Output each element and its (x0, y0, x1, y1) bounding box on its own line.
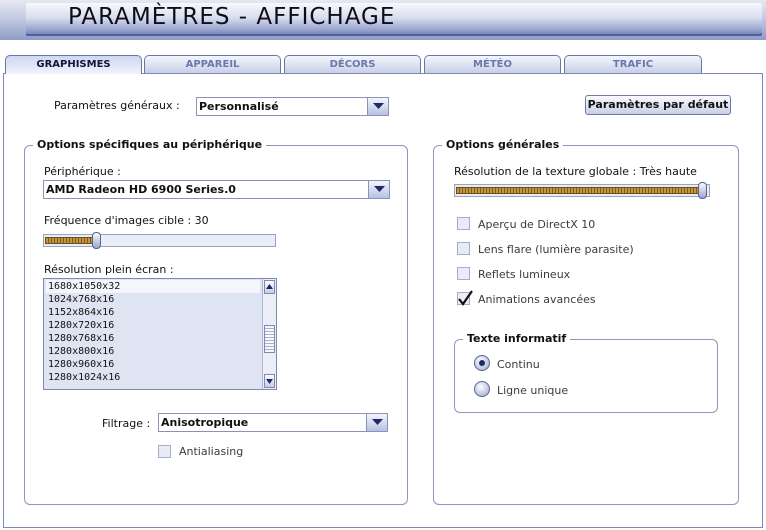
resolution-item[interactable]: 1280x1024x16 (46, 371, 260, 384)
resolution-item[interactable]: 1024x768x16 (46, 293, 260, 306)
antialiasing-label: Antialiasing (179, 445, 244, 458)
frame-rate-label: Fréquence d'images cible : 30 (44, 214, 209, 227)
device-label: Périphérique : (44, 165, 121, 178)
tab-decors[interactable]: DÉCORS (284, 55, 421, 74)
tab-trafic[interactable]: TRAFIC (564, 55, 702, 74)
default-settings-button[interactable]: Paramètres par défaut (585, 95, 731, 115)
scroll-up-button[interactable] (264, 280, 275, 294)
resolution-item[interactable]: 1152x864x16 (46, 306, 260, 319)
light-reflections-label: Reflets lumineux (478, 268, 571, 281)
resolution-rows: 1680x1050x32 1024x768x16 1152x864x16 1280x7… (46, 280, 260, 384)
device-options-title: Options spécifiques au périphérique (33, 138, 267, 151)
lens-flare-label: Lens flare (lumière parasite) (478, 243, 634, 256)
scroll-thumb[interactable] (264, 325, 275, 353)
texture-fill (456, 187, 701, 194)
device-dropdown[interactable]: AMD Radeon HD 6900 Series.0 (43, 180, 390, 199)
resolution-label: Résolution plein écran : (44, 263, 174, 276)
resolution-scrollbar[interactable] (262, 279, 276, 389)
resolution-item[interactable]: 1280x800x16 (46, 345, 260, 358)
device-value: AMD Radeon HD 6900 Series.0 (46, 183, 236, 196)
display-settings-window: PARAMÈTRES - AFFICHAGE GRAPHISMES APPARE… (0, 0, 766, 530)
directx10-label: Aperçu de DirectX 10 (478, 218, 596, 231)
general-settings-dropdown[interactable]: Personnalisé (196, 97, 389, 116)
resolution-item[interactable]: 1280x960x16 (46, 358, 260, 371)
checkmark-icon (458, 290, 473, 306)
chevron-down-icon[interactable] (368, 181, 389, 198)
advanced-animations-label: Animations avancées (478, 293, 596, 306)
single-line-radio[interactable] (474, 381, 490, 397)
single-line-label: Ligne unique (497, 384, 569, 397)
tab-graphismes[interactable]: GRAPHISMES (5, 55, 142, 74)
frame-rate-thumb[interactable] (92, 232, 101, 249)
tab-appareil[interactable]: APPAREIL (144, 55, 281, 74)
chevron-down-icon[interactable] (366, 414, 387, 431)
info-text-group: Texte informatif (454, 332, 718, 413)
frame-rate-fill (45, 237, 95, 244)
resolution-item[interactable]: 1280x720x16 (46, 319, 260, 332)
info-text-title: Texte informatif (463, 332, 571, 345)
general-settings-value: Personnalisé (199, 100, 279, 113)
scroll-down-button[interactable] (264, 374, 275, 388)
resolution-item[interactable]: 1280x768x16 (46, 332, 260, 345)
frame-rate-slider[interactable] (43, 232, 276, 249)
resolution-list[interactable]: 1680x1050x32 1024x768x16 1152x864x16 1280x7… (43, 278, 277, 390)
advanced-animations-checkbox[interactable] (457, 290, 473, 306)
general-options-title: Options générales (442, 138, 564, 151)
filter-label: Filtrage : (102, 417, 151, 430)
filter-dropdown[interactable]: Anisotropique (158, 413, 388, 432)
antialiasing-checkbox[interactable] (158, 445, 171, 458)
continuous-radio[interactable] (474, 355, 490, 371)
chevron-down-icon[interactable] (367, 98, 388, 115)
radio-dot-icon (479, 360, 485, 366)
header-bar: PARAMÈTRES - AFFICHAGE (0, 0, 766, 40)
general-settings-label: Paramètres généraux : (54, 99, 180, 112)
general-options-group: Options générales (433, 138, 739, 505)
continuous-label: Continu (497, 358, 540, 371)
tab-meteo[interactable]: MÉTÉO (424, 55, 561, 74)
page-title: PARAMÈTRES - AFFICHAGE (68, 4, 396, 30)
directx10-checkbox[interactable] (457, 217, 470, 230)
texture-label: Résolution de la texture globale : Très … (454, 165, 697, 178)
resolution-item[interactable]: 1680x1050x32 (46, 280, 260, 293)
lens-flare-checkbox[interactable] (457, 242, 470, 255)
light-reflections-checkbox[interactable] (457, 267, 470, 280)
texture-resolution-slider[interactable] (454, 182, 710, 199)
texture-thumb[interactable] (698, 182, 707, 199)
filter-value: Anisotropique (161, 416, 249, 429)
